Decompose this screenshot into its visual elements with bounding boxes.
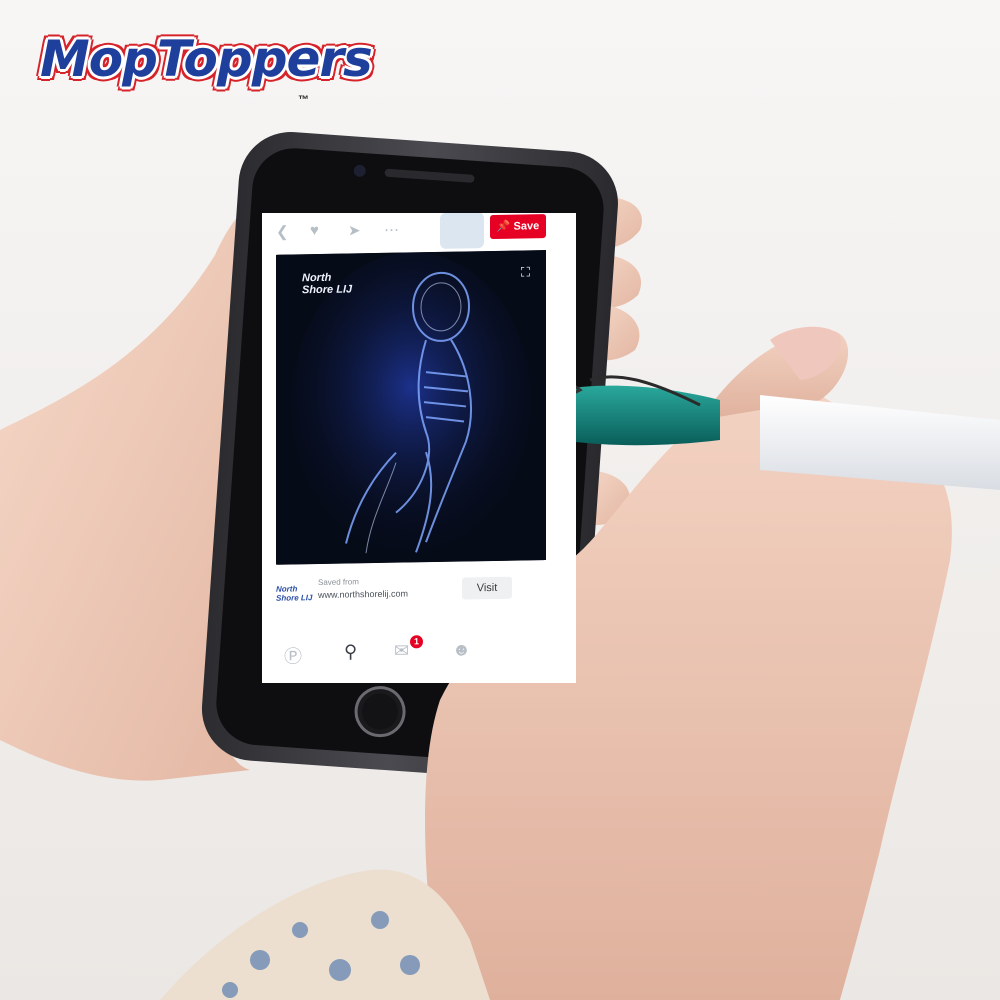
pin-icon: 📌 [496, 220, 514, 233]
brand-name: MopToppers [40, 30, 373, 88]
pin-image[interactable]: North Shore LIJ ⛶ [276, 250, 546, 565]
saved-from-label: Saved from [318, 577, 359, 588]
xray-skeleton-image [276, 250, 546, 565]
source-logo: North Shore LIJ [276, 584, 313, 603]
trademark-symbol: ™ [298, 94, 309, 106]
send-icon[interactable]: ➤ [348, 221, 361, 239]
save-button[interactable]: 📌 Save [490, 214, 546, 240]
notification-badge: 1 [410, 635, 423, 649]
pinterest-home-icon[interactable]: Ⓟ [284, 642, 302, 668]
board-thumbnail[interactable] [440, 213, 484, 249]
profile-icon[interactable]: ☻ [452, 639, 471, 660]
phone-screen: ❮ ♥ ➤ ⋯ 📌 Save North Shore LIJ ⛶ North S… [262, 213, 576, 683]
watermark-logo: North Shore LIJ [302, 271, 353, 297]
notifications-icon[interactable]: ✉ [394, 640, 409, 661]
heart-icon[interactable]: ♥ [310, 222, 319, 239]
save-label: Save [513, 220, 540, 233]
visual-search-icon[interactable]: ⛶ [521, 264, 530, 280]
bottom-nav: Ⓟ ⚲ ✉ 1 ☻ [262, 629, 576, 679]
brand-logo: MopToppers ™ [40, 30, 373, 110]
pin-source-row: North Shore LIJ Saved from www.northshor… [262, 569, 576, 615]
more-icon[interactable]: ⋯ [384, 221, 399, 239]
source-url[interactable]: www.northshorelij.com [318, 588, 408, 600]
back-icon[interactable]: ❮ [276, 223, 289, 241]
pin-topbar: ❮ ♥ ➤ ⋯ 📌 Save [262, 213, 576, 253]
visit-button[interactable]: Visit [462, 576, 512, 600]
search-icon[interactable]: ⚲ [344, 641, 357, 662]
